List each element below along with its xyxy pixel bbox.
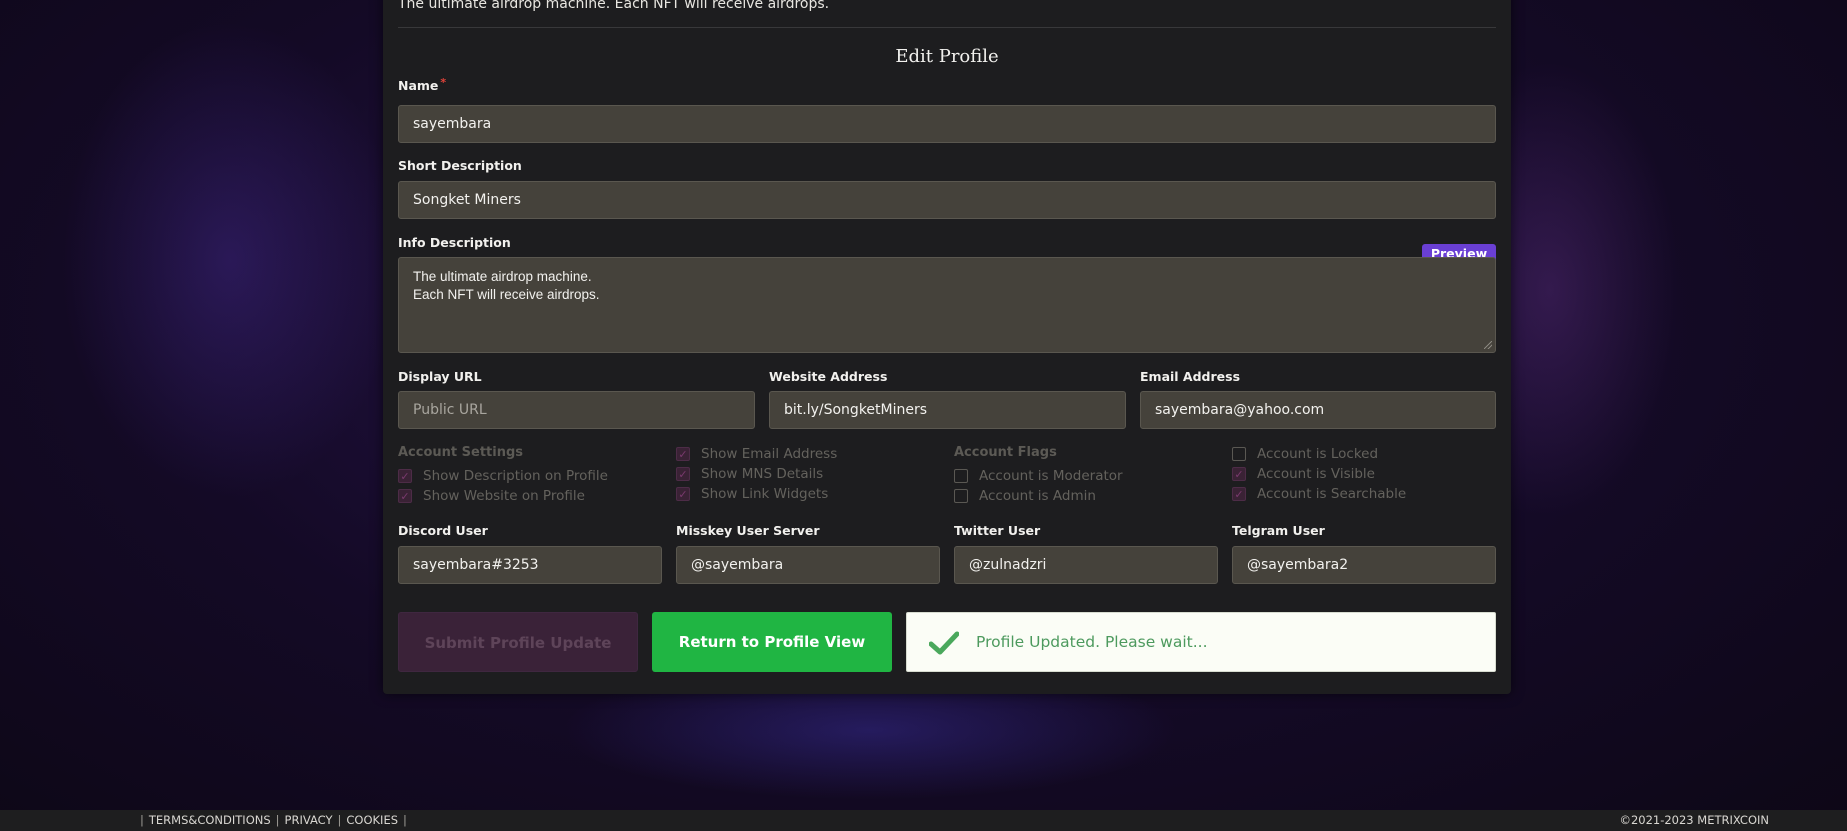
email-address-input[interactable]: sayembara@yahoo.com [1140, 391, 1496, 429]
twitter-user-input[interactable]: @zulnadzri [954, 546, 1218, 584]
checkbox-account-moderator[interactable]: Account is Moderator [954, 468, 1123, 484]
footer: | TERMS&CONDITIONS | PRIVACY | COOKIES |… [0, 810, 1847, 831]
discord-user-label: Discord User [398, 523, 488, 538]
display-url-input[interactable]: Public URL [398, 391, 755, 429]
checkbox-label: Account is Moderator [979, 468, 1123, 484]
checkbox-label: Account is Locked [1257, 446, 1379, 462]
checkbox-label: Account is Admin [979, 488, 1096, 504]
misskey-user-label: Misskey User Server [676, 523, 820, 538]
checkbox-account-searchable[interactable]: ✓ Account is Searchable [1232, 486, 1406, 502]
checkbox-icon[interactable] [954, 489, 968, 503]
website-address-label: Website Address [769, 369, 888, 384]
short-description-label: Short Description [398, 158, 522, 173]
info-description-line: The ultimate airdrop machine. [413, 269, 592, 284]
footer-links: | TERMS&CONDITIONS | PRIVACY | COOKIES | [135, 813, 412, 827]
copyright-text: ©2021-2023 METRIXCOIN [1619, 813, 1769, 827]
display-url-label: Display URL [398, 369, 482, 384]
footer-separator: | [337, 813, 342, 827]
checkbox-account-admin[interactable]: Account is Admin [954, 488, 1096, 504]
checkbox-icon[interactable]: ✓ [398, 489, 412, 503]
footer-separator: | [140, 813, 144, 827]
footer-link-cookies[interactable]: COOKIES [346, 813, 398, 827]
checkbox-label: Show Link Widgets [701, 486, 829, 502]
account-flags-title: Account Flags [954, 445, 1057, 460]
checkbox-icon[interactable]: ✓ [676, 487, 690, 501]
telegram-user-label: Telgram User [1232, 523, 1325, 538]
checkbox-icon[interactable]: ✓ [676, 467, 690, 481]
footer-separator: | [275, 813, 280, 827]
required-marker: * [440, 76, 447, 89]
status-text: Profile Updated. Please wait... [976, 633, 1208, 651]
checkbox-label: Show MNS Details [701, 466, 824, 482]
info-description-label: Info Description [398, 235, 511, 250]
submit-profile-update-button[interactable]: Submit Profile Update [398, 612, 638, 672]
profile-description-preview: The ultimate airdrop machine. Each NFT w… [398, 0, 830, 12]
checkbox-icon[interactable] [1232, 447, 1246, 461]
checkbox-label: Show Description on Profile [423, 468, 608, 484]
status-message: Profile Updated. Please wait... [906, 612, 1496, 672]
info-description-textarea[interactable]: The ultimate airdrop machine. Each NFT w… [398, 257, 1496, 353]
email-address-label: Email Address [1140, 369, 1241, 384]
info-description-line: Each NFT will receive airdrops. [413, 287, 600, 302]
footer-link-terms[interactable]: TERMS&CONDITIONS [149, 813, 271, 827]
resize-handle-icon[interactable] [1484, 341, 1492, 349]
website-address-input[interactable]: bit.ly/SongketMiners [769, 391, 1126, 429]
edit-profile-panel: The ultimate airdrop machine. Each NFT w… [383, 0, 1511, 694]
checkbox-icon[interactable]: ✓ [676, 447, 690, 461]
checkbox-label: Account is Searchable [1257, 486, 1407, 502]
checkbox-show-link-widgets[interactable]: ✓ Show Link Widgets [676, 486, 828, 502]
account-settings-title: Account Settings [398, 445, 524, 460]
discord-user-input[interactable]: sayembara#3253 [398, 546, 662, 584]
checkbox-icon[interactable]: ✓ [1232, 467, 1246, 481]
name-label-text: Name [398, 78, 439, 93]
checkbox-show-website[interactable]: ✓ Show Website on Profile [398, 488, 585, 504]
name-label: Name * [398, 76, 447, 93]
checkbox-label: Show Website on Profile [423, 488, 585, 504]
checkbox-account-locked[interactable]: Account is Locked [1232, 446, 1378, 462]
checkbox-label: Account is Visible [1257, 466, 1375, 482]
name-input[interactable]: sayembara [398, 105, 1496, 143]
misskey-user-input[interactable]: @sayembara [676, 546, 940, 584]
checkbox-account-visible[interactable]: ✓ Account is Visible [1232, 466, 1375, 482]
divider [398, 27, 1496, 28]
checkbox-show-mns[interactable]: ✓ Show MNS Details [676, 466, 823, 482]
twitter-user-label: Twitter User [954, 523, 1041, 538]
footer-link-privacy[interactable]: PRIVACY [285, 813, 333, 827]
checkbox-icon[interactable] [954, 469, 968, 483]
page-title: Edit Profile [895, 46, 999, 67]
telegram-user-input[interactable]: @sayembara2 [1232, 546, 1496, 584]
checkbox-icon[interactable]: ✓ [398, 469, 412, 483]
checkbox-label: Show Email Address [701, 446, 838, 462]
footer-separator: | [403, 813, 407, 827]
return-to-profile-view-button[interactable]: Return to Profile View [652, 612, 892, 672]
checkbox-show-email[interactable]: ✓ Show Email Address [676, 446, 837, 462]
checkbox-show-description[interactable]: ✓ Show Description on Profile [398, 468, 608, 484]
background-glow [60, 20, 400, 500]
short-description-input[interactable]: Songket Miners [398, 181, 1496, 219]
check-icon [929, 631, 959, 655]
checkbox-icon[interactable]: ✓ [1232, 487, 1246, 501]
